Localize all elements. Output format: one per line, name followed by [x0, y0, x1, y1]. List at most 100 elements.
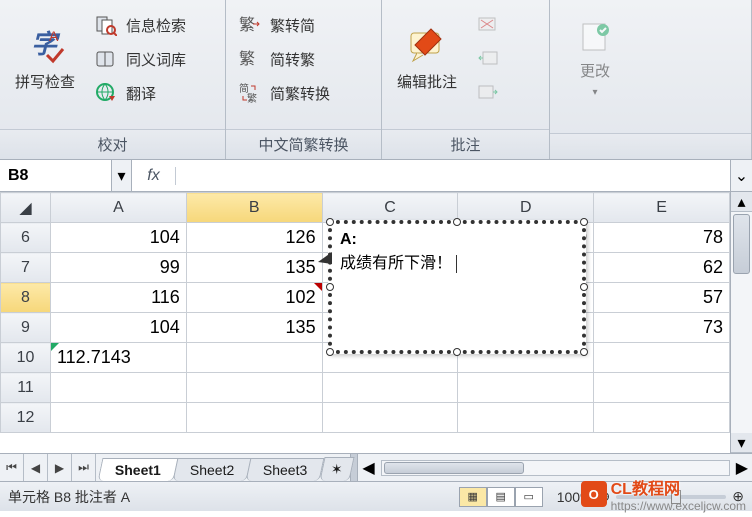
resize-handle[interactable]: [326, 348, 334, 356]
formula-input[interactable]: [176, 160, 730, 191]
formula-bar-expand[interactable]: ⌄: [730, 160, 752, 191]
resize-handle[interactable]: [326, 283, 334, 291]
cell[interactable]: [322, 403, 458, 433]
zoom-level[interactable]: 100%: [557, 489, 593, 505]
thesaurus-icon: [92, 47, 120, 71]
row-header[interactable]: 9: [1, 313, 51, 343]
next-comment-icon: [474, 81, 502, 105]
convert-button[interactable]: 简繁 简繁转换: [232, 80, 334, 106]
scroll-up-button[interactable]: ▴: [731, 192, 752, 212]
resize-handle[interactable]: [580, 283, 588, 291]
cell[interactable]: 57: [594, 283, 730, 313]
resize-handle[interactable]: [453, 348, 461, 356]
scroll-thumb[interactable]: [733, 214, 750, 274]
cell[interactable]: 78: [594, 223, 730, 253]
spelling-button[interactable]: 字A 拼写检查: [6, 8, 84, 108]
cell[interactable]: [51, 373, 187, 403]
zoom-in-button[interactable]: ⊕: [732, 488, 744, 505]
cell[interactable]: [51, 403, 187, 433]
next-comment-button: [470, 80, 506, 106]
cell[interactable]: [322, 373, 458, 403]
research-label: 信息检索: [126, 15, 186, 36]
row-header[interactable]: 10: [1, 343, 51, 373]
cell[interactable]: 73: [594, 313, 730, 343]
cell[interactable]: 99: [51, 253, 187, 283]
comment-author: A:: [340, 228, 574, 252]
scroll-down-button[interactable]: ▾: [731, 433, 752, 453]
sheet-tab[interactable]: Sheet2: [172, 458, 251, 481]
name-box[interactable]: B8: [0, 160, 112, 191]
view-pagebreak-button[interactable]: ▭: [515, 487, 543, 507]
cell[interactable]: [458, 403, 594, 433]
cell[interactable]: [458, 373, 594, 403]
cell[interactable]: 102: [186, 283, 322, 313]
simp-to-trad-label: 简转繁: [270, 49, 315, 70]
row-header[interactable]: 8: [1, 283, 51, 313]
row-header[interactable]: 7: [1, 253, 51, 283]
col-header[interactable]: D: [458, 193, 594, 223]
new-sheet-tab[interactable]: ✶: [319, 457, 354, 481]
simp-to-trad-button[interactable]: 繁 简转繁: [232, 46, 334, 72]
view-normal-button[interactable]: ▦: [459, 487, 487, 507]
row-header[interactable]: 12: [1, 403, 51, 433]
resize-handle[interactable]: [326, 218, 334, 226]
row-header[interactable]: 6: [1, 223, 51, 253]
col-header[interactable]: C: [322, 193, 458, 223]
edit-comment-button[interactable]: 编辑批注: [388, 8, 466, 108]
worksheet-area: ◢ A B C D E 6 104 126 104 79 78 7 99 135: [0, 192, 752, 453]
cell[interactable]: 112.7143: [51, 343, 187, 373]
zoom-out-button[interactable]: ⊖: [599, 488, 611, 505]
cell[interactable]: [186, 403, 322, 433]
cell[interactable]: [594, 403, 730, 433]
tab-nav-next[interactable]: ▶: [48, 454, 72, 481]
cell[interactable]: 126: [186, 223, 322, 253]
col-header[interactable]: A: [51, 193, 187, 223]
resize-handle[interactable]: [453, 218, 461, 226]
row-header[interactable]: 11: [1, 373, 51, 403]
cell[interactable]: 104: [51, 313, 187, 343]
col-header[interactable]: B: [186, 193, 322, 223]
fx-icon[interactable]: fx: [132, 167, 176, 185]
thesaurus-button[interactable]: 同义词库: [88, 46, 190, 72]
ribbon: 字A 拼写检查 信息检索 同义词库 翻译 校对: [0, 0, 752, 160]
scroll-thumb[interactable]: [384, 462, 524, 474]
grid[interactable]: ◢ A B C D E 6 104 126 104 79 78 7 99 135: [0, 192, 730, 453]
cell[interactable]: [186, 343, 322, 373]
tab-nav-prev[interactable]: ◀: [24, 454, 48, 481]
comment-text: 成绩有所下滑！: [340, 255, 452, 272]
cell[interactable]: [186, 373, 322, 403]
cell[interactable]: 62: [594, 253, 730, 283]
vertical-scrollbar[interactable]: ▴ ▾: [730, 192, 752, 453]
cell[interactable]: 135: [186, 253, 322, 283]
col-header[interactable]: E: [594, 193, 730, 223]
scroll-left-button[interactable]: ◀: [358, 458, 378, 478]
svg-text:A: A: [49, 28, 59, 44]
name-box-dropdown[interactable]: ▾: [112, 160, 132, 191]
trad-to-simp-button[interactable]: 繁 繁转简: [232, 12, 334, 38]
zoom-slider[interactable]: [616, 495, 726, 499]
comment-box[interactable]: A: 成绩有所下滑！: [328, 220, 586, 354]
translate-label: 翻译: [126, 83, 156, 104]
cell[interactable]: [594, 343, 730, 373]
cell[interactable]: 135: [186, 313, 322, 343]
sheet-tab[interactable]: Sheet3: [246, 458, 325, 481]
cell[interactable]: 104: [51, 223, 187, 253]
horizontal-scrollbar[interactable]: ◀ ▶: [358, 454, 752, 481]
select-all-corner[interactable]: ◢: [1, 193, 51, 223]
scroll-right-button[interactable]: ▶: [732, 458, 752, 478]
changes-button: 更改 ▾: [556, 8, 634, 108]
table-row: 12: [1, 403, 730, 433]
tab-nav-last[interactable]: ⏭: [72, 454, 96, 481]
tab-nav-first[interactable]: ⏮: [0, 454, 24, 481]
translate-button[interactable]: 翻译: [88, 80, 190, 106]
cell[interactable]: 116: [51, 283, 187, 313]
scroll-track[interactable]: [731, 212, 752, 433]
research-button[interactable]: 信息检索: [88, 12, 190, 38]
sheet-tab[interactable]: Sheet1: [98, 458, 179, 481]
resize-handle[interactable]: [580, 348, 588, 356]
cell[interactable]: [594, 373, 730, 403]
resize-handle[interactable]: [580, 218, 588, 226]
zoom-knob[interactable]: [671, 490, 681, 504]
text-cursor: [456, 255, 457, 273]
view-layout-button[interactable]: ▤: [487, 487, 515, 507]
